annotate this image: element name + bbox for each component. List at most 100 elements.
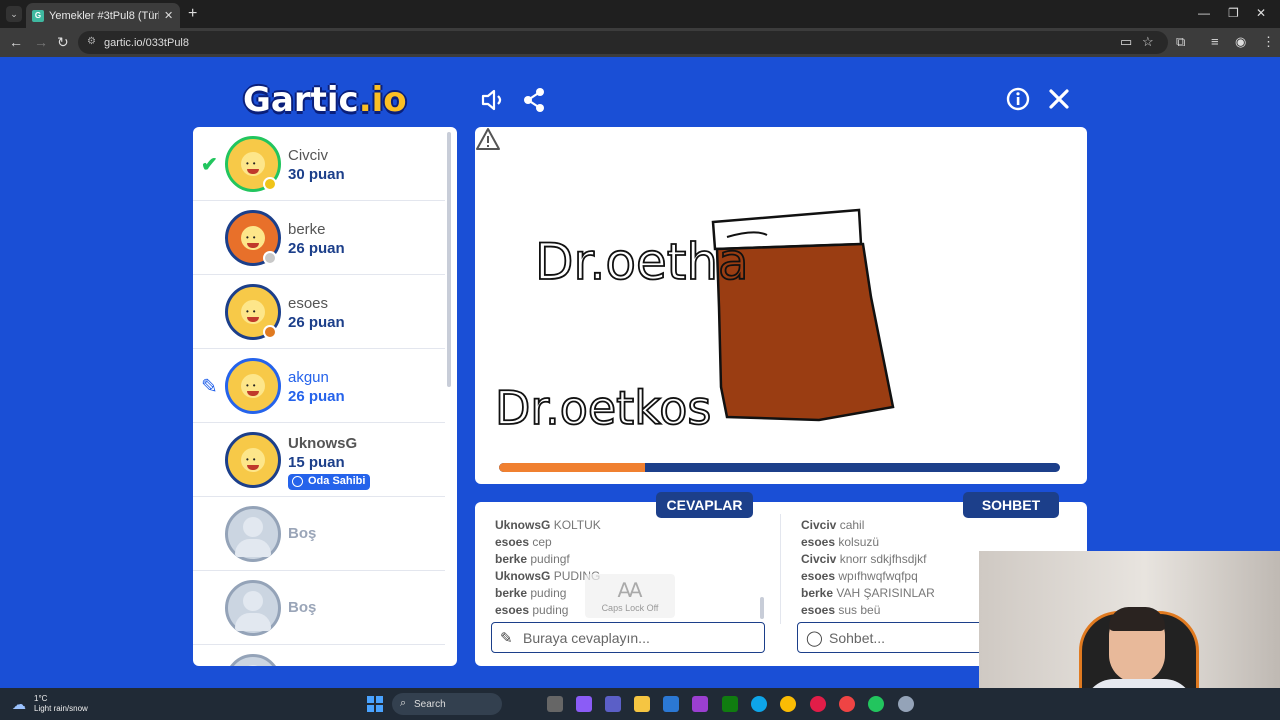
empty-avatar — [225, 654, 281, 666]
back-icon[interactable]: ← — [9, 34, 23, 50]
info-icon[interactable] — [1006, 87, 1030, 111]
browser-tabbar: ⌄ G Yemekler #3tPul8 (Türkçe) - Ga ✕ + —… — [0, 0, 1280, 28]
xbox-icon[interactable] — [722, 696, 738, 712]
player-name: UknowsG — [288, 435, 358, 452]
drawing-canvas[interactable]: Dr.oetha Dr.oetkos — [475, 127, 1087, 484]
weather-desc: Light rain/snow — [34, 704, 88, 713]
url-text: gartic.io/033tPul8 — [104, 36, 189, 49]
address-bar[interactable]: ⚙ gartic.io/033tPul8 — [78, 31, 1168, 54]
chat-message: esoes kolsuzü — [801, 535, 880, 549]
player-list: ✔ •• Civciv 30 puan •• berke 26 puan •• … — [193, 127, 457, 666]
app-icon[interactable] — [692, 696, 708, 712]
report-warning-icon[interactable] — [475, 127, 501, 151]
empty-slot-label: Boş — [288, 599, 317, 616]
empty-avatar — [225, 506, 281, 562]
opera-gx-icon[interactable] — [839, 696, 855, 712]
weather-widget[interactable]: ☁ 1°C Light rain/snow — [12, 694, 88, 714]
answer-message: berke pudingf — [495, 552, 570, 566]
gartic-favicon-icon: G — [32, 9, 44, 22]
player-score: 26 puan — [288, 240, 345, 257]
forward-icon[interactable]: → — [34, 34, 48, 50]
drawing-text: Dr.oetha — [535, 233, 749, 291]
teams-icon[interactable] — [605, 696, 621, 712]
chat-message: esoes sus beü — [801, 603, 881, 617]
chrome-icon[interactable] — [780, 696, 796, 712]
answer-placeholder: Buraya cevaplayın... — [523, 629, 650, 646]
player-score: 26 puan — [288, 388, 345, 405]
opera-icon[interactable] — [810, 696, 826, 712]
new-tab-button[interactable]: + — [188, 5, 197, 23]
player-name: berke — [288, 221, 326, 238]
gartic-logo: Gartic.io — [243, 80, 407, 120]
store-icon[interactable] — [663, 696, 679, 712]
tab-close-icon[interactable]: ✕ — [164, 9, 173, 22]
player-row: ✔ •• Civciv 30 puan — [193, 127, 445, 201]
taskbar-search[interactable]: ⌕ Search — [392, 693, 502, 715]
player-score: 15 puan — [288, 454, 345, 471]
answers-scrollbar[interactable] — [760, 597, 764, 619]
empty-slot-label: Boş — [288, 525, 317, 542]
browser-tab[interactable]: G Yemekler #3tPul8 (Türkçe) - Ga ✕ — [26, 3, 180, 28]
answer-message: esoes cep — [495, 535, 552, 549]
player-list-scrollbar[interactable] — [447, 132, 451, 387]
taskbar: ☁ 1°C Light rain/snow ⌕ Search — [0, 688, 1280, 720]
menu-icon[interactable]: ⋮ — [1262, 34, 1275, 50]
window-close-icon[interactable]: ✕ — [1256, 6, 1266, 20]
empty-slot: Boş — [193, 571, 445, 645]
status-dot — [263, 251, 277, 265]
media-icon[interactable]: ≡ — [1211, 34, 1219, 49]
tab-chat[interactable]: SOHBET — [963, 492, 1059, 518]
capslock-icon: Ꜳ — [617, 580, 643, 602]
answer-input[interactable]: ✎ Buraya cevaplayın... — [491, 622, 765, 653]
reload-icon[interactable]: ↻ — [57, 34, 69, 51]
chat-input[interactable]: ◯ Sohbet... — [797, 622, 987, 653]
chat-message: Civciv cahil — [801, 518, 865, 532]
tab-answers[interactable]: CEVAPLAR — [656, 492, 753, 518]
owner-icon — [292, 476, 303, 487]
round-timer-fill — [499, 463, 645, 472]
chat-message: esoes wpıfhwqfwqfpq — [801, 569, 918, 583]
edge-icon[interactable] — [751, 696, 767, 712]
cloud-rain-icon: ☁ — [12, 696, 26, 712]
chat-bubble-icon: ◯ — [806, 630, 823, 647]
tab-list-button[interactable]: ⌄ — [6, 6, 22, 22]
chrome-active-icon[interactable] — [868, 696, 884, 712]
capslock-indicator: Ꜳ Caps Lock Off — [585, 574, 675, 618]
guessed-check-icon: ✔ — [201, 154, 218, 176]
answer-message: UknowsG KOLTUK — [495, 518, 601, 532]
copilot-icon[interactable] — [576, 696, 592, 712]
avatar: •• — [225, 358, 281, 414]
search-icon: ⌕ — [400, 697, 407, 709]
site-info-icon[interactable]: ⚙ — [87, 36, 96, 47]
chat-message: Civciv knorr sdkjfhsdjkf — [801, 552, 927, 566]
cast-icon[interactable]: ▭ — [1120, 34, 1132, 50]
profile-icon[interactable]: ◉ — [1235, 34, 1246, 50]
avatar: •• — [225, 432, 281, 488]
drawing-text: Dr.oetkos — [495, 381, 711, 435]
sound-off-icon[interactable] — [480, 88, 506, 112]
status-dot — [263, 177, 277, 191]
start-icon[interactable] — [367, 696, 383, 712]
room-owner-badge: Oda Sahibi — [288, 474, 371, 490]
player-row: ✎ •• akgun 26 puan — [193, 349, 445, 423]
exit-close-icon[interactable] — [1048, 88, 1070, 110]
player-row: •• UknowsG 15 puan Oda Sahibi — [193, 423, 445, 497]
app-icon[interactable] — [898, 696, 914, 712]
task-view-icon[interactable] — [547, 696, 563, 712]
player-name: akgun — [288, 369, 329, 386]
restore-icon[interactable]: ❐ — [1228, 6, 1239, 20]
empty-slot: Boş — [193, 497, 445, 571]
share-icon[interactable] — [522, 87, 546, 113]
extensions-icon[interactable]: ⧉ — [1176, 34, 1185, 50]
empty-avatar — [225, 580, 281, 636]
minimize-icon[interactable]: — — [1198, 6, 1210, 20]
file-explorer-icon[interactable] — [634, 696, 650, 712]
drawing-pencil-icon: ✎ — [201, 376, 218, 398]
tab-title: Yemekler #3tPul8 (Türkçe) - Ga — [49, 9, 159, 22]
player-row: •• esoes 26 puan — [193, 275, 445, 349]
drawing: Dr.oetha Dr.oetkos — [494, 208, 895, 436]
bookmark-star-icon[interactable]: ☆ — [1142, 34, 1154, 50]
panel-divider — [780, 514, 781, 624]
round-timer-bar — [499, 463, 1060, 472]
player-score: 30 puan — [288, 166, 345, 183]
